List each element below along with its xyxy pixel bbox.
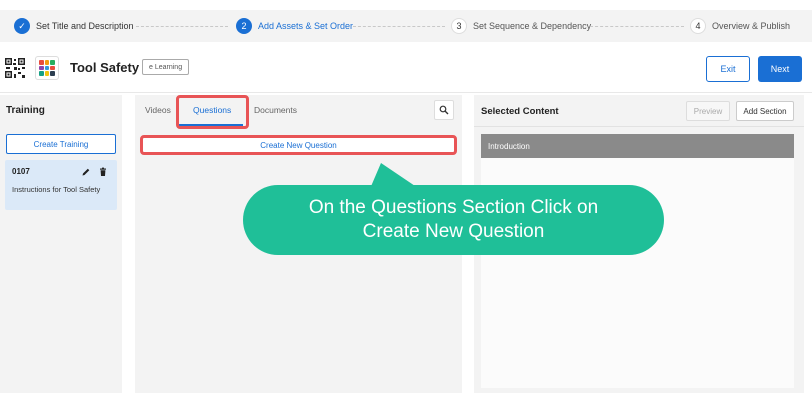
step-set-title[interactable]: ✓ Set Title and Description [14,17,134,35]
course-logo [35,56,59,80]
training-panel: Training Create Training 0107 Instructio… [0,95,122,393]
step-number: 3 [451,18,467,34]
preview-button[interactable]: Preview [686,101,730,121]
training-code: 0107 [12,167,30,176]
section-introduction[interactable]: Introduction [481,134,794,158]
step-connector [590,26,684,27]
step-set-sequence[interactable]: 3 Set Sequence & Dependency [451,17,591,35]
checkmark-icon: ✓ [14,18,30,34]
exit-button[interactable]: Exit [706,56,750,82]
tab-highlight-box [176,95,249,129]
training-panel-title: Training [6,105,45,116]
add-section-button[interactable]: Add Section [736,101,794,121]
tab-documents[interactable]: Documents [254,105,297,115]
panel-divider [474,126,804,127]
callout-line-1: On the Questions Section Click on [308,197,599,218]
course-type-badge: e Learning [142,59,190,75]
instruction-callout: On the Questions Section Click on Create… [243,185,664,255]
step-overview-publish[interactable]: 4 Overview & Publish [690,17,790,35]
progress-stepper: ✓ Set Title and Description 2 Add Assets… [0,10,812,42]
step-number: 2 [236,18,252,34]
header-divider [0,92,812,93]
callout-line-2: Create New Question [362,221,545,242]
step-connector [353,26,445,27]
step-add-assets[interactable]: 2 Add Assets & Set Order [236,17,353,35]
training-card[interactable]: 0107 Instructions for Tool Safety [5,160,117,210]
step-number: 4 [690,18,706,34]
step-label: Set Title and Description [36,21,134,31]
step-label: Set Sequence & Dependency [473,21,592,31]
next-button[interactable]: Next [758,56,802,82]
search-button[interactable] [434,100,454,120]
training-name: Instructions for Tool Safety [12,185,101,194]
step-label: Add Assets & Set Order [258,21,354,31]
search-icon [439,105,449,115]
tab-videos[interactable]: Videos [145,105,171,115]
selected-content-title: Selected Content [481,106,559,117]
trash-icon[interactable] [98,167,108,177]
step-label: Overview & Publish [712,21,791,31]
pencil-icon[interactable] [81,167,91,177]
course-title: Tool Safety [70,60,140,75]
create-new-question-button[interactable]: Create New Question [140,135,457,155]
qr-code-icon[interactable] [4,57,26,79]
step-connector [136,26,228,27]
create-training-button[interactable]: Create Training [6,134,116,154]
